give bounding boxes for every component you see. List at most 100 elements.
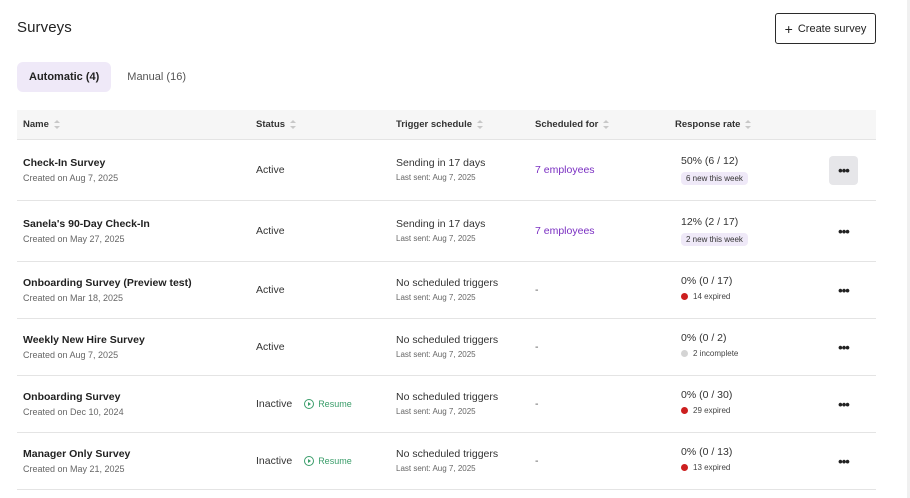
survey-name[interactable]: Onboarding Survey (Preview test) xyxy=(23,277,192,289)
more-options-icon[interactable]: ••• xyxy=(829,276,858,305)
status-cell: Active xyxy=(256,164,285,176)
survey-created-date: Created on Dec 10, 2024 xyxy=(23,406,124,417)
tab-manual[interactable]: Manual (16) xyxy=(115,62,198,92)
response-rate: 0% (0 / 17) xyxy=(681,275,733,287)
status-text: Active xyxy=(256,163,285,176)
sort-icon xyxy=(477,120,484,129)
last-sent-date: Last sent: Aug 7, 2025 xyxy=(396,292,476,302)
status-cell: Inactive Resume xyxy=(256,398,352,410)
response-status: 13 expired xyxy=(681,463,732,472)
table-row[interactable]: Onboarding Survey (Preview test) Created … xyxy=(17,262,876,319)
new-responses-badge: 2 new this week xyxy=(681,233,748,246)
resume-label: Resume xyxy=(318,455,352,466)
status-text: Active xyxy=(256,224,285,237)
status-dot xyxy=(681,350,688,357)
more-options-icon[interactable]: ••• xyxy=(829,156,858,185)
sort-icon xyxy=(603,120,610,129)
last-sent-date: Last sent: Aug 7, 2025 xyxy=(396,172,476,182)
response-rate: 12% (2 / 17) xyxy=(681,216,739,228)
status-text: Inactive xyxy=(256,397,293,410)
response-status: 2 incomplete xyxy=(681,349,738,358)
page-title: Surveys xyxy=(17,19,72,36)
more-options-icon[interactable]: ••• xyxy=(829,217,858,246)
create-survey-label: Create survey xyxy=(797,22,867,35)
more-options-icon[interactable]: ••• xyxy=(829,447,858,476)
last-sent-date: Last sent: Aug 7, 2025 xyxy=(396,463,476,473)
survey-name[interactable]: Sanela's 90-Day Check-In xyxy=(23,218,150,230)
status-dot xyxy=(681,293,688,300)
resume-button[interactable]: Resume xyxy=(304,398,352,409)
status-cell: Active xyxy=(256,341,285,353)
table-row[interactable]: Manager Only Survey Created on May 21, 20… xyxy=(17,433,876,490)
sort-icon xyxy=(745,120,752,129)
column-header-trigger-schedule[interactable]: Trigger schedule xyxy=(396,119,484,130)
last-sent-date: Last sent: Aug 7, 2025 xyxy=(396,406,476,416)
table-header: Name Status Trigger schedule Scheduled f… xyxy=(17,110,876,140)
table-body: Check-In Survey Created on Aug 7, 2025 Act… xyxy=(17,140,876,490)
trigger-schedule: No scheduled triggers xyxy=(396,276,499,289)
scheduled-for-empty: - xyxy=(535,340,539,353)
play-circle-icon xyxy=(304,455,315,466)
column-header-status[interactable]: Status xyxy=(256,119,297,130)
plus-icon: + xyxy=(784,20,793,37)
last-sent-date: Last sent: Aug 7, 2025 xyxy=(396,233,476,243)
column-header-name[interactable]: Name xyxy=(23,119,60,130)
table-row[interactable]: Weekly New Hire Survey Created on Aug 7, … xyxy=(17,319,876,376)
scheduled-for-empty: - xyxy=(535,283,539,296)
survey-created-date: Created on May 27, 2025 xyxy=(23,233,125,244)
trigger-schedule: No scheduled triggers xyxy=(396,333,499,346)
status-text: Active xyxy=(256,283,285,296)
scheduled-employees-link[interactable]: 7 employees xyxy=(535,164,595,176)
play-circle-icon xyxy=(304,398,315,409)
table-row[interactable]: Check-In Survey Created on Aug 7, 2025 Act… xyxy=(17,140,876,201)
survey-name[interactable]: Weekly New Hire Survey xyxy=(23,334,145,346)
table-row[interactable]: Sanela's 90-Day Check-In Created on May 2… xyxy=(17,201,876,262)
status-text: Inactive xyxy=(256,454,293,467)
resume-label: Resume xyxy=(318,398,352,409)
response-rate: 0% (0 / 13) xyxy=(681,446,733,458)
survey-created-date: Created on Mar 18, 2025 xyxy=(23,292,124,303)
tab-automatic[interactable]: Automatic (4) xyxy=(17,62,112,92)
survey-tabs: Automatic (4) Manual (16) xyxy=(17,62,198,92)
response-status: 29 expired xyxy=(681,406,732,415)
response-status-label: 14 expired xyxy=(693,292,731,301)
trigger-schedule: No scheduled triggers xyxy=(396,447,499,460)
last-sent-date: Last sent: Aug 7, 2025 xyxy=(396,349,476,359)
survey-name[interactable]: Onboarding Survey xyxy=(23,391,124,403)
response-status: 14 expired xyxy=(681,292,732,301)
scheduled-for-empty: - xyxy=(535,397,539,410)
column-header-scheduled-for[interactable]: Scheduled for xyxy=(535,119,610,130)
trigger-schedule: No scheduled triggers xyxy=(396,390,499,403)
trigger-schedule: Sending in 17 days xyxy=(396,217,486,230)
table-row[interactable]: Onboarding Survey Created on Dec 10, 2024… xyxy=(17,376,876,433)
sort-icon xyxy=(53,120,60,129)
scheduled-employees-link[interactable]: 7 employees xyxy=(535,225,595,237)
more-options-icon[interactable]: ••• xyxy=(829,390,858,419)
response-rate: 0% (0 / 2) xyxy=(681,332,727,344)
response-status-label: 29 expired xyxy=(693,406,731,415)
response-rate: 0% (0 / 30) xyxy=(681,389,733,401)
survey-name[interactable]: Check-In Survey xyxy=(23,157,118,169)
scheduled-for-empty: - xyxy=(535,454,539,467)
response-rate: 50% (6 / 12) xyxy=(681,155,739,167)
response-status-label: 13 expired xyxy=(693,463,731,472)
status-dot xyxy=(681,407,688,414)
survey-created-date: Created on Aug 7, 2025 xyxy=(23,172,119,183)
status-cell: Active xyxy=(256,284,285,296)
resume-button[interactable]: Resume xyxy=(304,455,352,466)
new-responses-badge: 6 new this week xyxy=(681,172,748,185)
create-survey-button[interactable]: + Create survey xyxy=(775,13,876,44)
more-options-icon[interactable]: ••• xyxy=(829,333,858,362)
response-status-label: 2 incomplete xyxy=(693,349,739,358)
status-text: Active xyxy=(256,340,285,353)
trigger-schedule: Sending in 17 days xyxy=(396,156,486,169)
survey-name[interactable]: Manager Only Survey xyxy=(23,448,130,460)
column-header-response-rate[interactable]: Response rate xyxy=(675,119,752,130)
surveys-table: Name Status Trigger schedule Scheduled f… xyxy=(17,110,876,490)
survey-created-date: Created on Aug 7, 2025 xyxy=(23,349,119,360)
status-dot xyxy=(681,464,688,471)
status-cell: Active xyxy=(256,225,285,237)
status-cell: Inactive Resume xyxy=(256,455,352,467)
survey-created-date: Created on May 21, 2025 xyxy=(23,463,125,474)
sort-icon xyxy=(290,120,297,129)
